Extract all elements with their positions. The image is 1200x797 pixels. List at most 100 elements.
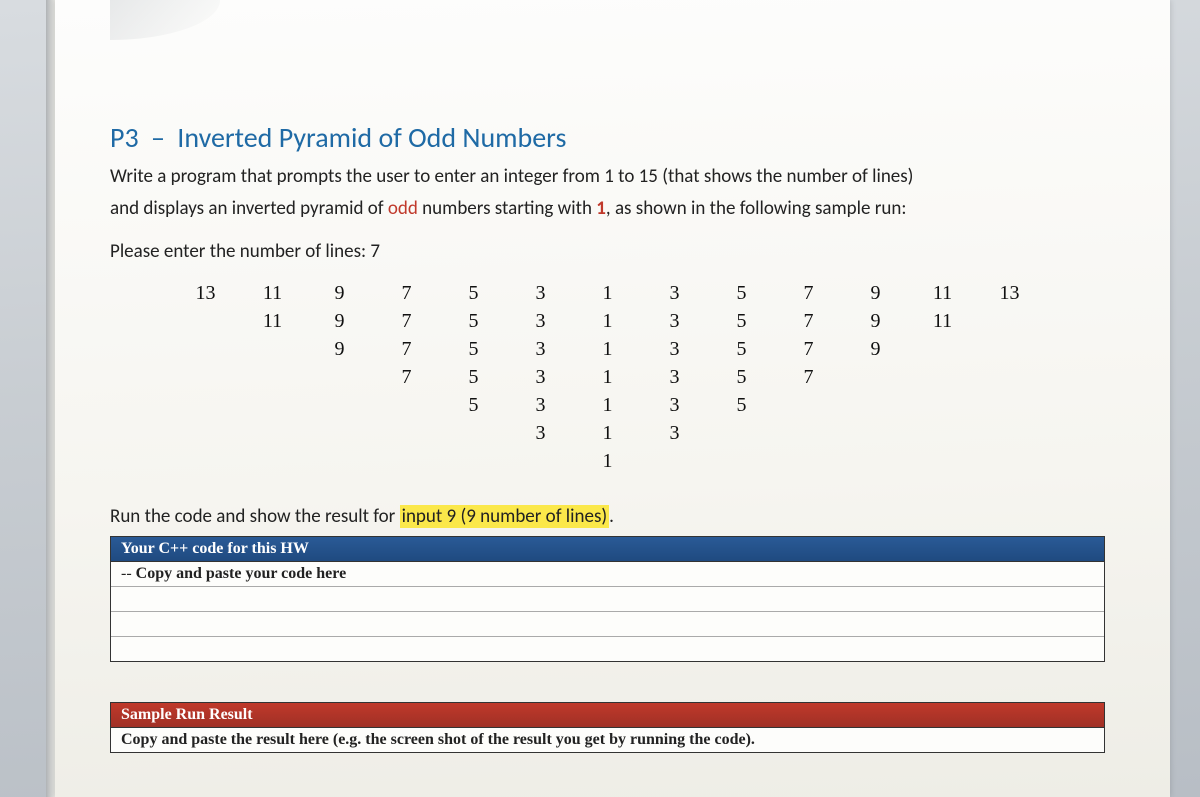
pyramid-cell: 9 [306, 279, 373, 307]
page-left-edge [46, 0, 55, 797]
pyramid-cell: 11 [909, 307, 976, 335]
pyramid-cell: 9 [842, 335, 909, 363]
code-row-text: Copy and paste your code here [136, 565, 347, 582]
pyramid-cell [708, 419, 775, 447]
pyramid-cell [775, 419, 842, 447]
code-band-empty-row[interactable] [111, 637, 1104, 661]
pyramid-row: 1197531357911 [158, 307, 1058, 335]
pyramid-cell: 13 [172, 279, 239, 307]
pyramid-cell: 3 [641, 419, 708, 447]
pyramid-cell: 9 [306, 307, 373, 335]
pyramid-row: 1 [158, 447, 1058, 475]
pyramid-cell: 3 [641, 307, 708, 335]
pyramid-cell: 3 [641, 391, 708, 419]
pyramid-cell [239, 363, 306, 391]
pyramid-cell [239, 391, 306, 419]
run-highlight: input 9 (9 number of lines) [400, 505, 610, 528]
pyramid-cell: 7 [373, 279, 440, 307]
pyramid-row: 13119753135791113 [158, 279, 1058, 307]
pyramid-cell: 11 [909, 279, 976, 307]
pyramid-cell: 1 [574, 279, 641, 307]
pyramid-cell: 5 [440, 335, 507, 363]
pyramid-output: 1311975313579111311975313579119753135797… [158, 279, 1058, 475]
pyramid-cell [842, 447, 909, 475]
pyramid-cell: 13 [976, 279, 1043, 307]
pyramid-cell [842, 363, 909, 391]
code-band-empty-row[interactable] [111, 612, 1104, 637]
pyramid-cell: 1 [574, 447, 641, 475]
pyramid-cell [909, 447, 976, 475]
heading-dash: – [151, 120, 165, 155]
pyramid-cell: 5 [708, 279, 775, 307]
pyramid-cell [239, 447, 306, 475]
pyramid-cell [306, 363, 373, 391]
pyramid-cell [708, 447, 775, 475]
pyramid-cell [306, 447, 373, 475]
pyramid-row: 975313579 [158, 335, 1058, 363]
pyramid-cell: 1 [574, 391, 641, 419]
pyramid-cell: 7 [373, 363, 440, 391]
document-page: P3 – Inverted Pyramid of Odd Numbers Wri… [55, 0, 1170, 797]
pyramid-cell: 9 [306, 335, 373, 363]
pyramid-cell: 3 [507, 419, 574, 447]
pyramid-cell: 3 [507, 279, 574, 307]
desc-odd: odd [388, 197, 418, 220]
pyramid-cell [172, 363, 239, 391]
pyramid-cell [976, 307, 1043, 335]
result-band-row[interactable]: Copy and paste the result here (e.g. the… [111, 728, 1104, 752]
pyramid-cell [172, 335, 239, 363]
pyramid-cell: 3 [641, 335, 708, 363]
code-band-empty-row[interactable] [111, 587, 1104, 612]
pyramid-cell [440, 447, 507, 475]
heading-title: Inverted Pyramid of Odd Numbers [177, 120, 566, 155]
pyramid-cell: 7 [775, 335, 842, 363]
pyramid-cell: 11 [239, 307, 306, 335]
pyramid-cell [306, 391, 373, 419]
pyramid-cell [373, 419, 440, 447]
pyramid-cell [440, 419, 507, 447]
pyramid-cell [909, 419, 976, 447]
description-line1: Write a program that prompts the user to… [110, 163, 1105, 191]
pyramid-cell: 9 [842, 279, 909, 307]
pyramid-cell [507, 447, 574, 475]
pyramid-cell: 5 [708, 391, 775, 419]
pyramid-cell: 7 [775, 307, 842, 335]
pyramid-cell: 3 [507, 391, 574, 419]
page-curl-decoration [110, 0, 220, 40]
pyramid-cell [775, 391, 842, 419]
pyramid-cell: 7 [775, 363, 842, 391]
sample-prompt: Please enter the number of lines: 7 [110, 240, 1105, 263]
pyramid-cell [909, 391, 976, 419]
desc-one: 1 [596, 197, 606, 220]
pyramid-cell: 3 [507, 335, 574, 363]
desc-2c: , as shown in the following sample run: [606, 197, 907, 220]
pyramid-cell: 5 [440, 391, 507, 419]
result-band: Sample Run Result Copy and paste the res… [110, 702, 1105, 753]
result-band-header: Sample Run Result [111, 703, 1104, 728]
pyramid-cell: 5 [708, 335, 775, 363]
pyramid-cell [842, 419, 909, 447]
pyramid-cell [909, 363, 976, 391]
pyramid-cell: 5 [440, 279, 507, 307]
desc-2b: numbers starting with [418, 197, 596, 220]
pyramid-cell: 7 [373, 335, 440, 363]
pyramid-cell: 1 [574, 419, 641, 447]
code-band-header: Your C++ code for this HW [111, 537, 1104, 562]
pyramid-cell: 3 [641, 279, 708, 307]
pyramid-cell [373, 391, 440, 419]
pyramid-cell [842, 391, 909, 419]
pyramid-cell: 5 [708, 307, 775, 335]
run-b: . [609, 505, 614, 528]
code-band-row[interactable]: --Copy and paste your code here [111, 562, 1104, 587]
pyramid-cell: 5 [440, 307, 507, 335]
code-row-prefix: -- [121, 565, 132, 582]
pyramid-cell [172, 391, 239, 419]
pyramid-cell: 7 [373, 307, 440, 335]
pyramid-cell [239, 419, 306, 447]
pyramid-cell [239, 335, 306, 363]
pyramid-cell [172, 447, 239, 475]
pyramid-cell [909, 335, 976, 363]
pyramid-cell [775, 447, 842, 475]
desc-2a: and displays an inverted pyramid of [110, 197, 388, 220]
pyramid-row: 7531357 [158, 363, 1058, 391]
